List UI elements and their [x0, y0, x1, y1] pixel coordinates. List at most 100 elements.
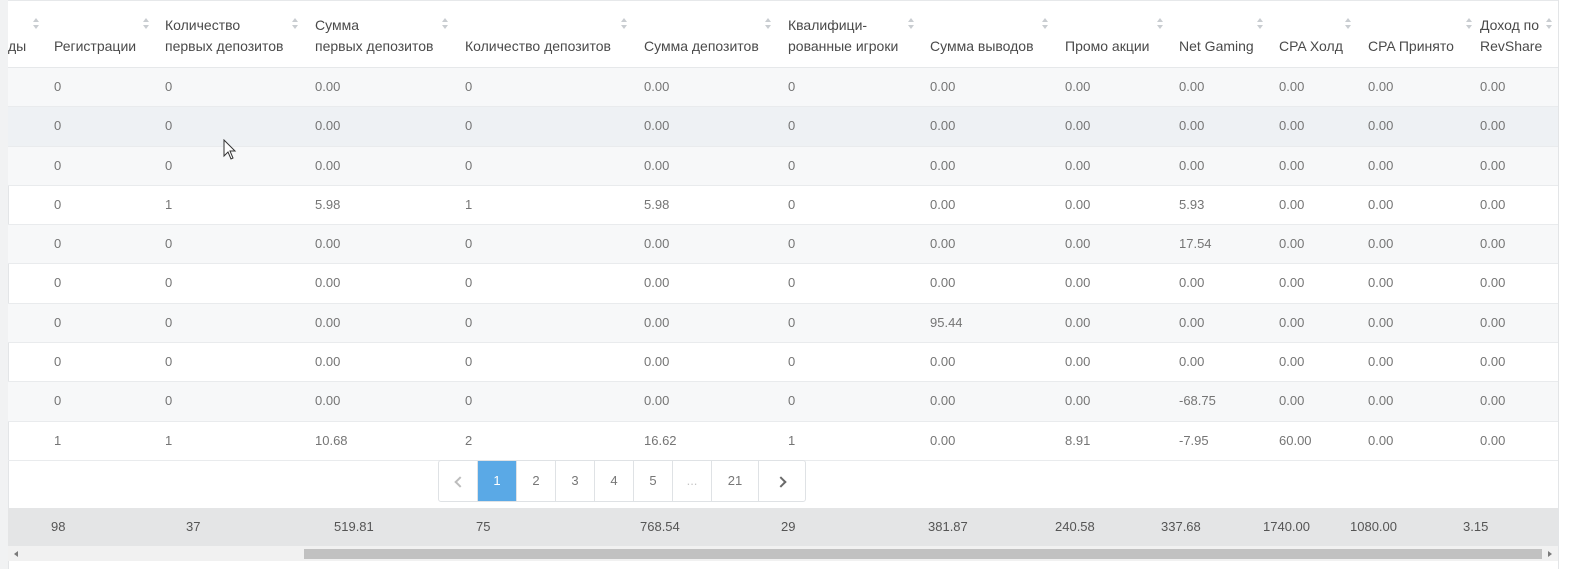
column-header-net-gaming[interactable]: Net Gaming: [1179, 1, 1279, 67]
total-first-deposit-sum: 519.81: [334, 519, 374, 534]
cell-registrations: 0: [54, 314, 62, 330]
cell-qualified-players: 0: [788, 118, 796, 134]
column-header-deposit-sum[interactable]: Сумма депозитов: [644, 1, 784, 67]
column-header-first-deposit-sum[interactable]: Сумма первых депозитов: [315, 1, 460, 67]
chevron-right-icon: [774, 476, 787, 488]
total-cpa-hold: 1740.00: [1263, 519, 1310, 534]
table-row: 0 0 0.00 0 0.00 0 0.00 0.00 0.00 0.00 0.00 0.00: [8, 264, 1558, 304]
cell-registrations: 0: [54, 275, 62, 291]
cell-deposit-sum: 0.00: [644, 79, 670, 94]
cell-first-deposit-sum: 0.00: [315, 275, 341, 291]
cell-withdrawal-sum: 0.00: [930, 118, 956, 134]
cell-first-deposit-sum: 5.98: [315, 196, 341, 212]
cell-first-deposit-sum: 0.00: [315, 354, 341, 370]
pagination-page-1[interactable]: 1: [477, 461, 516, 501]
column-header-qualified-players[interactable]: Квалифици-рованные игроки: [788, 1, 918, 67]
column-header-deposit-count[interactable]: Количество депозитов: [465, 1, 635, 67]
column-header-first-deposit-count[interactable]: Количество первых депозитов: [165, 1, 305, 67]
column-header-label: CPA Принято: [1368, 38, 1454, 54]
column-header-label: CPA Холд: [1279, 38, 1343, 54]
cell-net-gaming: 0.00: [1179, 157, 1205, 173]
column-header-cpa-hold[interactable]: CPA Холд: [1279, 1, 1369, 67]
pagination-page-4[interactable]: 4: [594, 461, 633, 501]
cell-promo: 0.00: [1065, 354, 1091, 370]
column-header-label: Количество депозитов: [465, 38, 611, 54]
table-row: 0 0 0.00 0 0.00 0 0.00 0.00 0.00 0.00 0.00 0.00: [8, 68, 1558, 108]
cell-qualified-players: 0: [788, 79, 796, 94]
cell-net-gaming: 17.54: [1179, 236, 1212, 252]
table-row: 0 0 0.00 0 0.00 0 0.00 0.00 -68.75 0.00 0.00 0.00: [8, 382, 1558, 422]
cell-cpa-hold: 0.00: [1279, 314, 1305, 330]
sort-icon[interactable]: [907, 18, 915, 32]
pagination: 1 2 3 4 5 ... 21: [438, 460, 806, 502]
cell-deposit-sum: 5.98: [644, 196, 670, 212]
cell-registrations: 0: [54, 354, 62, 370]
column-header-withdrawal-sum[interactable]: Сумма выводов: [930, 1, 1055, 67]
cell-withdrawal-sum: 0.00: [930, 157, 956, 173]
cell-deposit-sum: 0.00: [644, 236, 670, 252]
column-header-label: Сумма депозитов: [644, 38, 759, 54]
cell-revshare-income: 0.00: [1480, 79, 1506, 94]
sort-icon[interactable]: [1156, 18, 1164, 32]
pagination-page-3[interactable]: 3: [555, 461, 594, 501]
sort-icon[interactable]: [1041, 18, 1049, 32]
cell-first-deposit-sum: 0.00: [315, 393, 341, 409]
sort-icon[interactable]: [620, 18, 628, 32]
pagination-page-2[interactable]: 2: [516, 461, 555, 501]
cell-net-gaming: -68.75: [1179, 393, 1216, 409]
pagination-page-21[interactable]: 21: [711, 461, 758, 501]
cell-deposit-count: 1: [465, 196, 473, 212]
sort-icon[interactable]: [441, 18, 449, 32]
sort-icon[interactable]: [291, 18, 299, 32]
chevron-left-icon: [453, 476, 466, 488]
cell-first-deposit-count: 0: [165, 275, 173, 291]
cell-withdrawal-sum: 0.00: [930, 275, 956, 291]
sort-icon[interactable]: [764, 18, 772, 32]
horizontal-scrollbar[interactable]: [8, 546, 1558, 561]
cell-withdrawal-sum: 0.00: [930, 393, 956, 409]
cell-deposit-sum: 0.00: [644, 275, 670, 291]
scrollbar-thumb[interactable]: [304, 549, 1542, 559]
cell-qualified-players: 0: [788, 314, 796, 330]
scroll-left-icon[interactable]: [14, 551, 18, 557]
cell-deposit-count: 0: [465, 275, 473, 291]
cell-registrations: 0: [54, 157, 62, 173]
total-registrations: 98: [51, 519, 66, 534]
column-header-label: Сумма первых депозитов: [315, 17, 434, 54]
cell-registrations: 1: [54, 432, 62, 448]
cell-revshare-income: 0.00: [1480, 157, 1506, 173]
table-row: 0 0 0.00 0 0.00 0 0.00 0.00 17.54 0.00 0.00 0.00: [8, 225, 1558, 265]
sort-icon[interactable]: [1545, 18, 1553, 32]
cell-first-deposit-count: 0: [165, 79, 173, 94]
column-header-cpa-accepted[interactable]: CPA Принято: [1368, 1, 1478, 67]
cell-deposit-count: 0: [465, 79, 473, 94]
cell-withdrawal-sum: 0.00: [930, 432, 956, 448]
scroll-right-icon[interactable]: [1548, 551, 1552, 557]
cell-cpa-hold: 0.00: [1279, 196, 1305, 212]
cell-promo: 0.00: [1065, 236, 1091, 252]
cell-promo: 0.00: [1065, 393, 1091, 409]
column-header-revshare-income[interactable]: Доход по RevShare: [1480, 1, 1558, 67]
cell-first-deposit-count: 0: [165, 314, 173, 330]
cell-first-deposit-count: 0: [165, 354, 173, 370]
pagination-page-5[interactable]: 5: [633, 461, 672, 501]
cell-cpa-accepted: 0.00: [1368, 354, 1394, 370]
table-row: 0 1 5.98 1 5.98 0 0.00 0.00 5.93 0.00 0.00 0.00: [8, 186, 1558, 226]
column-header-promo[interactable]: Промо акции: [1065, 1, 1175, 67]
cell-revshare-income: 0.00: [1480, 314, 1506, 330]
cell-promo: 0.00: [1065, 118, 1091, 134]
cell-deposit-count: 0: [465, 236, 473, 252]
pagination-prev-button[interactable]: [439, 461, 477, 501]
cell-promo: 0.00: [1065, 196, 1091, 212]
sort-icon[interactable]: [32, 18, 40, 32]
cell-registrations: 0: [54, 196, 62, 212]
column-header-registrations[interactable]: Регистрации: [54, 1, 160, 67]
sort-icon[interactable]: [142, 18, 150, 32]
cell-first-deposit-sum: 10.68: [315, 432, 348, 448]
sort-icon[interactable]: [1465, 18, 1473, 32]
sort-icon[interactable]: [1344, 18, 1352, 32]
sort-icon[interactable]: [1256, 18, 1264, 32]
pagination-next-button[interactable]: [758, 461, 805, 501]
cell-revshare-income: 0.00: [1480, 393, 1506, 409]
column-header-dates[interactable]: ды: [8, 1, 48, 67]
